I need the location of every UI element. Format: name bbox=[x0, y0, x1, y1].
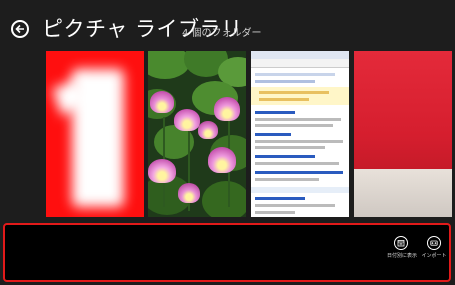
app-bar: 日付別に表示 インポート bbox=[3, 223, 451, 282]
view-by-date-label: 日付別に表示 bbox=[387, 253, 418, 259]
folder-tile-sample04[interactable] bbox=[354, 51, 452, 217]
folder-tile-sample03[interactable] bbox=[251, 51, 349, 217]
import-icon bbox=[427, 236, 441, 250]
lotus-flower bbox=[174, 109, 200, 131]
thumbnail-red-object bbox=[354, 51, 452, 173]
page-text-line bbox=[259, 98, 309, 101]
lily-pad bbox=[202, 181, 246, 217]
page-text-line bbox=[255, 178, 319, 181]
lotus-flower bbox=[148, 159, 176, 183]
calendar-icon bbox=[394, 236, 408, 250]
import-label: インポート bbox=[421, 253, 447, 259]
page-text-line bbox=[259, 91, 329, 94]
page-banner bbox=[251, 87, 349, 105]
page-text-line bbox=[255, 146, 325, 149]
lotus-flower bbox=[178, 183, 200, 203]
folder-tile-sample01[interactable] bbox=[46, 51, 144, 217]
back-button[interactable] bbox=[11, 20, 29, 38]
view-by-date-button[interactable]: 日付別に表示 bbox=[387, 236, 418, 259]
folder-tile-sample02[interactable] bbox=[148, 51, 246, 217]
page-text-line bbox=[255, 140, 343, 143]
page-link-line bbox=[255, 133, 291, 136]
lotus-flower bbox=[150, 91, 174, 113]
import-button[interactable]: インポート bbox=[420, 236, 448, 259]
page-link-line bbox=[255, 111, 295, 114]
page-link-line bbox=[255, 197, 305, 200]
page-link-line bbox=[255, 171, 343, 174]
folder-count: 4 個のフォルダー bbox=[182, 28, 262, 39]
page-text-line bbox=[255, 124, 333, 127]
lotus-flower bbox=[198, 121, 218, 139]
page-text-line bbox=[255, 162, 339, 165]
browser-toolbar bbox=[251, 51, 349, 59]
page-text-line bbox=[255, 211, 295, 214]
back-arrow-icon bbox=[15, 24, 24, 34]
thumbnail-surface bbox=[354, 169, 452, 217]
page-link-line bbox=[255, 155, 315, 158]
page-text-line bbox=[255, 204, 335, 207]
lotus-flower bbox=[208, 147, 236, 173]
browser-address-bar bbox=[251, 59, 349, 68]
page-text-line bbox=[255, 118, 341, 121]
thumbnail-blur-shape bbox=[72, 69, 124, 207]
page-text-line bbox=[255, 80, 315, 83]
page-text-line bbox=[255, 73, 335, 76]
lotus-flower bbox=[214, 97, 240, 121]
page-section-bar bbox=[251, 187, 349, 193]
